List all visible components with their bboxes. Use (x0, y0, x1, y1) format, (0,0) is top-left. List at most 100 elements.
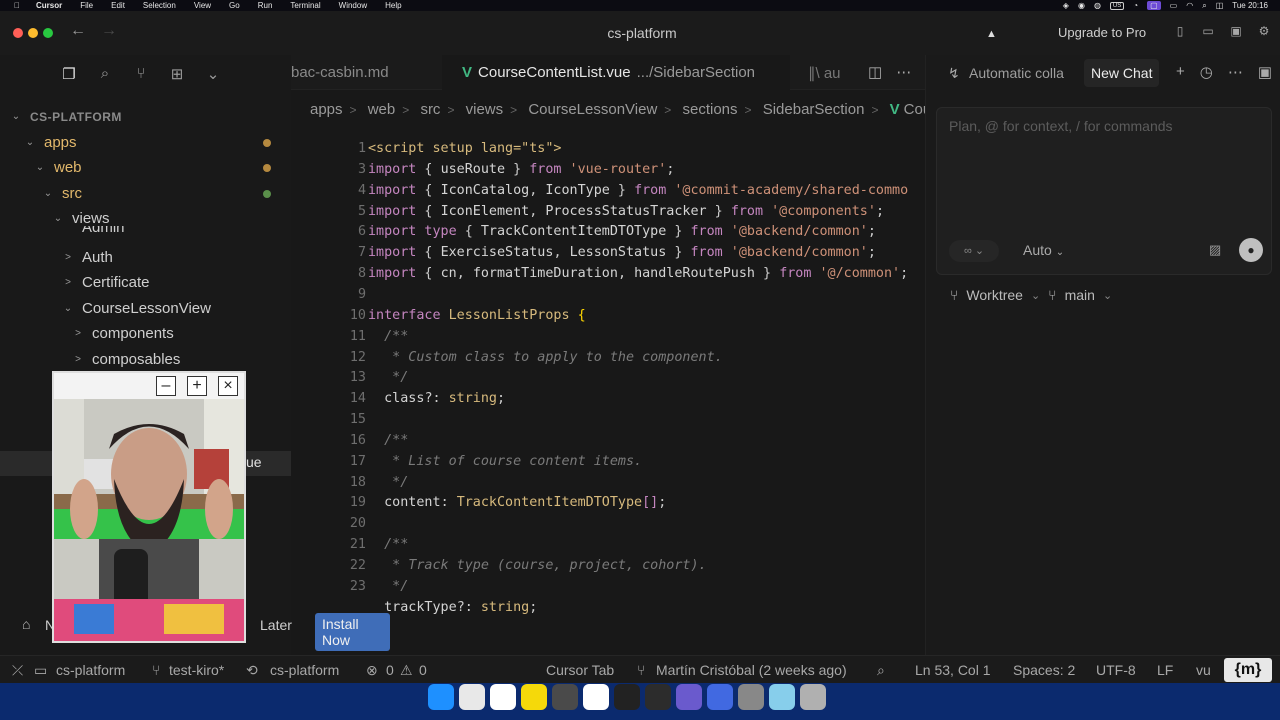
code-line[interactable]: 15 (291, 412, 925, 433)
menu-file[interactable]: File (80, 1, 93, 10)
forward-arrow-icon[interactable]: → (101, 22, 117, 40)
zoom-icon[interactable] (707, 684, 733, 710)
focus-icon[interactable]: ▢ (1147, 1, 1161, 10)
chat-input-placeholder[interactable]: Plan, @ for context, / for commands (949, 118, 1173, 134)
code-line[interactable]: 8 import { cn, formatTimeDuration, handle… (291, 266, 925, 287)
tree-item[interactable]: > components (0, 321, 291, 346)
menu-selection[interactable]: Selection (143, 1, 176, 10)
history-icon[interactable]: ◷ (1200, 63, 1213, 81)
code-line[interactable]: 7 import { ExerciseStatus, LessonStatus }… (291, 245, 925, 266)
settings-icon[interactable] (583, 684, 609, 710)
code-line[interactable]: 9 (291, 287, 925, 308)
wifi-icon[interactable]: ◠ (1186, 1, 1193, 10)
toggle-chat-icon[interactable]: ▣ (1228, 24, 1244, 40)
trash-icon[interactable] (800, 684, 826, 710)
search-icon[interactable]: ⌕ (94, 65, 116, 83)
minimize-window-button[interactable] (28, 28, 38, 38)
breadcrumb-item[interactable]: web (368, 101, 396, 118)
breadcrumb-item[interactable]: SidebarSection (763, 101, 865, 118)
tree-item[interactable]: ⌄ web (0, 155, 291, 180)
menu-edit[interactable]: Edit (111, 1, 125, 10)
breadcrumb-item[interactable]: apps (310, 101, 343, 118)
more-icon[interactable]: ⋯ (1228, 63, 1243, 81)
indentation[interactable]: Spaces: 2 (1013, 662, 1075, 678)
cursor-position[interactable]: Ln 53, Col 1 (915, 662, 991, 678)
code-line[interactable]: 11 /** (291, 329, 925, 350)
terminal-icon[interactable] (614, 684, 640, 710)
figma-icon[interactable] (552, 684, 578, 710)
toggle-sidebar-icon[interactable]: ▯ (1172, 24, 1188, 40)
code-editor[interactable]: 1 <script setup lang="ts"> 3 import { useRo… (291, 141, 925, 621)
chat-prompt-box[interactable]: Plan, @ for context, / for commands ∞ ⌄ … (936, 107, 1272, 275)
tree-item[interactable]: > composables (0, 347, 291, 372)
zoom-icon[interactable]: ⌕ (877, 662, 885, 679)
maximize-icon[interactable]: + (187, 376, 207, 396)
code-line[interactable]: 1 <script setup lang="ts"> (291, 141, 925, 162)
tab-rbac-casbin[interactable]: bac-casbin.md (291, 55, 442, 90)
error-count[interactable]: 0 (386, 662, 394, 678)
code-line[interactable]: 14 class?: string; (291, 391, 925, 412)
finder-icon[interactable] (428, 684, 454, 710)
chrome-icon[interactable] (459, 684, 485, 710)
discord-icon[interactable] (676, 684, 702, 710)
tree-item[interactable]: > Auth (0, 245, 291, 270)
tree-item[interactable]: ⌄ CourseLessonView (0, 296, 291, 321)
more-actions-icon[interactable]: ⋯ (896, 63, 911, 81)
microphone-icon[interactable]: ● (1239, 238, 1263, 262)
code-line[interactable]: 22 * Track type (course, project, cohort… (291, 558, 925, 579)
search-icon[interactable]: ⌕ (1202, 1, 1206, 11)
menu-run[interactable]: Run (258, 1, 273, 10)
encoding[interactable]: UTF-8 (1096, 662, 1136, 678)
clock[interactable]: Tue 20:16 (1232, 1, 1268, 10)
menu-go[interactable]: Go (229, 1, 240, 10)
new-chat-tab[interactable]: New Chat (1084, 59, 1160, 87)
git-blame[interactable]: Martín Cristóbal (2 weeks ago) (656, 662, 847, 678)
code-line[interactable]: 18 */ (291, 475, 925, 496)
remote-icon[interactable]: ⤫ (12, 662, 23, 679)
slack-icon[interactable] (490, 684, 516, 710)
line-ending[interactable]: LF (1157, 662, 1173, 678)
code-line[interactable]: 3 import { useRoute } from 'vue-router'; (291, 162, 925, 183)
menu-window[interactable]: Window (339, 1, 367, 10)
files-icon[interactable]: ❐ (58, 65, 80, 83)
tree-item[interactable]: ⌄ apps (0, 130, 291, 155)
menu-help[interactable]: Help (385, 1, 401, 10)
worktree-selector[interactable]: Worktree (966, 287, 1023, 303)
menu-app[interactable]: Cursor (36, 1, 62, 10)
close-window-button[interactable] (13, 28, 23, 38)
bell-icon[interactable]: ◔ (1133, 1, 1138, 10)
zoom-window-button[interactable] (43, 28, 53, 38)
tree-item[interactable]: Admin (0, 226, 291, 236)
extensions-icon[interactable]: ⊞ (166, 65, 188, 83)
image-icon[interactable]: ▨ (1209, 242, 1221, 258)
menu-view[interactable]: View (194, 1, 211, 10)
breadcrumb-item[interactable]: src (420, 101, 440, 118)
cursor-tab-status[interactable]: Cursor Tab (546, 662, 614, 678)
maximize-panel-icon[interactable]: ▣ (1258, 63, 1272, 81)
script-icon[interactable] (738, 684, 764, 710)
record-icon[interactable]: ◉ (1078, 1, 1085, 10)
chat-tab-auto[interactable]: Automatic colla (969, 65, 1076, 81)
warning-count[interactable]: 0 (419, 662, 427, 678)
workspace-name[interactable]: cs-platform (56, 662, 125, 678)
webcam-overlay[interactable]: – + × (52, 371, 246, 643)
code-line[interactable]: 16 /** (291, 433, 925, 454)
code-line[interactable]: 20 (291, 516, 925, 537)
minimize-icon[interactable]: – (156, 376, 176, 396)
model-selector[interactable]: Auto ⌄ (1023, 242, 1064, 258)
later-button[interactable]: Later (260, 617, 292, 633)
chevron-down-icon[interactable]: ⌄ (202, 65, 224, 83)
code-line[interactable]: 6 import type { TrackContentItemDTOType }… (291, 224, 925, 245)
breadcrumb-item[interactable]: Cou (904, 101, 925, 118)
code-line[interactable]: 13 */ (291, 370, 925, 391)
tab-next[interactable]: ∥\ au (808, 64, 841, 82)
code-line[interactable]: 21 /** (291, 537, 925, 558)
chrome-icon[interactable]: ◍ (1094, 1, 1101, 10)
toggle-panel-icon[interactable]: ▭ (1200, 24, 1216, 40)
tree-item[interactable]: ⌄ src (0, 181, 291, 206)
cursor-icon[interactable] (645, 684, 671, 710)
code-line[interactable]: 19 content: TrackContentItemDTOType[]; (291, 495, 925, 516)
source-control-icon[interactable]: ⑂ (130, 65, 152, 83)
battery-icon[interactable]: ▭ (1170, 1, 1178, 10)
close-icon[interactable]: × (218, 376, 238, 396)
